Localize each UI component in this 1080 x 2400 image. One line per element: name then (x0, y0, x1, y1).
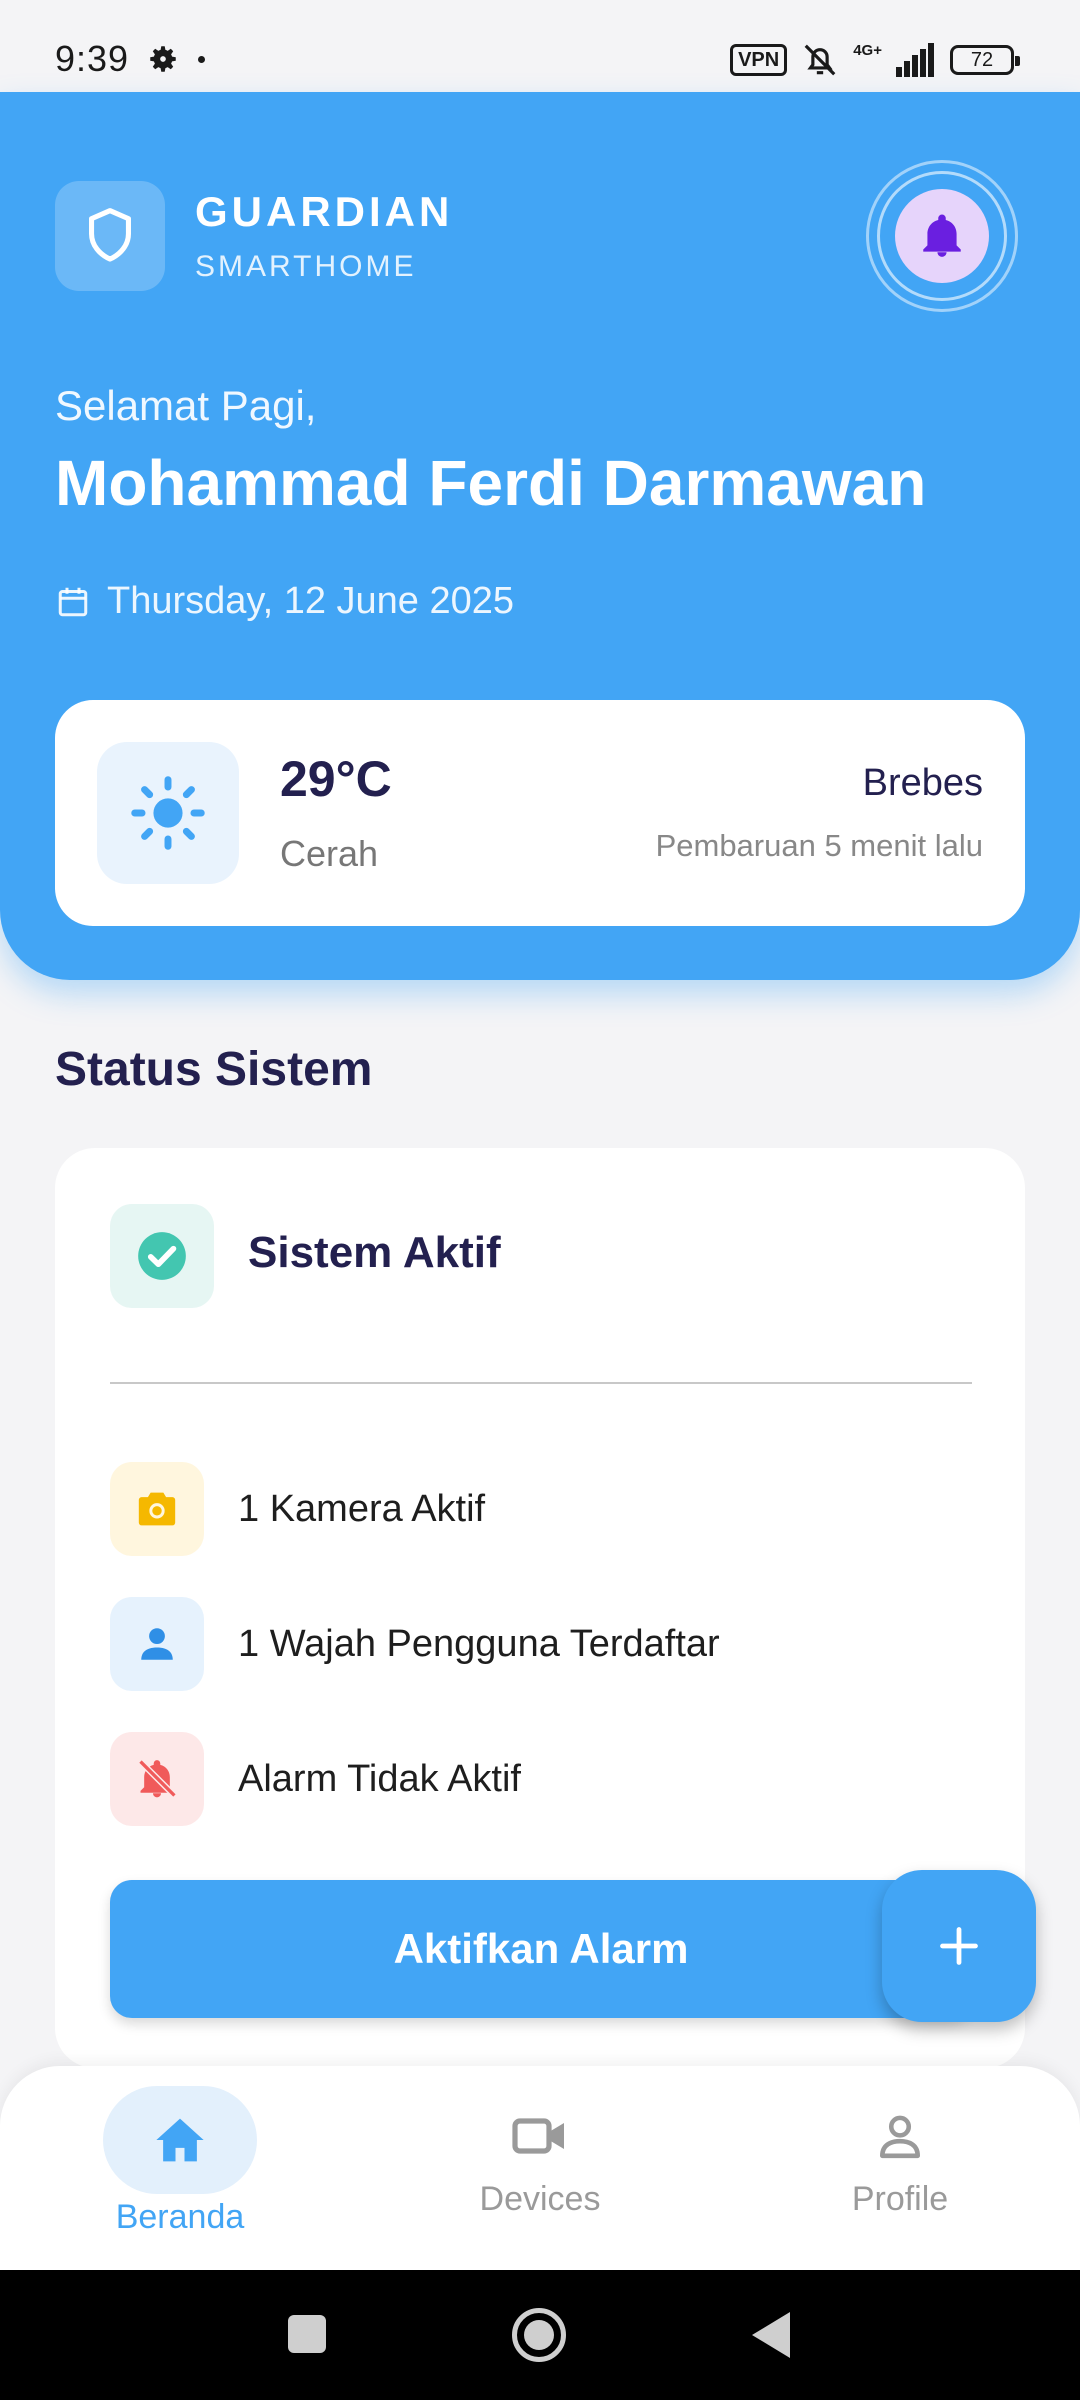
recents-button[interactable] (288, 2315, 326, 2353)
videocam-icon (512, 2118, 564, 2154)
signal-icon (896, 43, 934, 77)
divider (110, 1382, 972, 1384)
nav-item-beranda[interactable]: Beranda (60, 2086, 300, 2256)
weather-card[interactable]: 29°C Cerah Brebes Pembaruan 5 menit lalu (55, 700, 1025, 926)
add-fab-button[interactable] (882, 1870, 1036, 2022)
weather-icon-box (97, 742, 239, 884)
check-circle-icon (138, 1232, 186, 1280)
person-outline-icon (880, 2115, 920, 2159)
nav-active-indicator (103, 2086, 257, 2194)
system-status-icon-box (110, 1204, 214, 1308)
camera-icon-box (110, 1462, 204, 1556)
status-item-label: 1 Kamera Aktif (238, 1487, 486, 1530)
status-item-faces: 1 Wajah Pengguna Terdaftar (110, 1597, 972, 1691)
system-status-label: Sistem Aktif (248, 1228, 501, 1277)
current-date: Thursday, 12 June 2025 (107, 580, 515, 622)
sun-icon (131, 776, 205, 850)
person-icon (141, 1628, 173, 1660)
status-icons: VPN 4G+ 72 (730, 40, 1020, 80)
header: GUARDIAN SMARTHOME Selamat Pagi, Mohamma… (0, 92, 1080, 980)
home-system-dot (524, 2320, 554, 2350)
bottom-nav: Beranda Devices Profile (0, 2066, 1080, 2270)
home-icon (156, 2118, 204, 2162)
status-item-camera: 1 Kamera Aktif (110, 1462, 972, 1556)
alarm-off-icon-box (110, 1732, 204, 1826)
battery-level: 72 (970, 48, 994, 71)
notification-button-bg (895, 189, 989, 283)
camera-icon (138, 1492, 176, 1526)
screen: 9:39 VPN 4G+ 72 GUARDIAN SMARTHOME Selam… (0, 0, 1080, 2400)
greeting-text: Selamat Pagi, (55, 382, 317, 429)
section-title-status: Status Sistem (55, 1043, 373, 1096)
network-type: 4G+ (853, 41, 882, 59)
person-icon-box (110, 1597, 204, 1691)
user-name: Mohammad Ferdi Darmawan (55, 447, 927, 519)
activate-alarm-button[interactable]: Aktifkan Alarm (110, 1880, 972, 2018)
nav-label: Devices (479, 2180, 601, 2218)
date-row: Thursday, 12 June 2025 (55, 580, 514, 623)
app-logo (55, 181, 165, 291)
alarm-off-icon (138, 1759, 177, 1798)
vpn-badge: VPN (730, 44, 788, 76)
brand-title: GUARDIAN (195, 188, 454, 235)
nav-label: Beranda (115, 2198, 245, 2236)
nav-item-devices[interactable]: Devices (420, 2086, 660, 2256)
status-item-alarm: Alarm Tidak Aktif (110, 1732, 972, 1826)
nav-icon-holder (463, 2086, 617, 2186)
shield-icon (89, 208, 131, 262)
plus-icon (940, 1927, 978, 1965)
notification-button[interactable] (866, 160, 1018, 312)
status-bar: 9:39 VPN 4G+ 72 (0, 0, 1080, 92)
weather-condition: Cerah (280, 833, 379, 874)
nav-icon-holder (823, 2086, 977, 2186)
bell-icon (923, 214, 961, 257)
gear-icon (150, 46, 176, 72)
nav-item-profile[interactable]: Profile (780, 2086, 1020, 2256)
system-nav-bar (0, 2270, 1080, 2400)
status-time: 9:39 (55, 38, 130, 79)
status-item-label: Alarm Tidak Aktif (238, 1757, 521, 1800)
weather-city: Brebes (862, 762, 983, 804)
home-system-button[interactable] (512, 2308, 566, 2362)
brand-subtitle: SMARTHOME (195, 250, 417, 283)
notifications-muted-icon (804, 44, 836, 76)
calendar-icon (58, 587, 88, 616)
back-button[interactable] (752, 2312, 790, 2358)
temperature: 29°C (280, 751, 392, 807)
status-item-label: 1 Wajah Pengguna Terdaftar (238, 1622, 720, 1665)
notification-ring (877, 171, 1007, 301)
notification-dot (198, 56, 205, 63)
status-card: Sistem Aktif 1 Kamera Aktif 1 Wajah Peng… (55, 1148, 1025, 2068)
nav-label: Profile (851, 2180, 949, 2218)
weather-updated: Pembaruan 5 menit lalu (655, 828, 983, 863)
battery-icon: 72 (950, 45, 1020, 75)
